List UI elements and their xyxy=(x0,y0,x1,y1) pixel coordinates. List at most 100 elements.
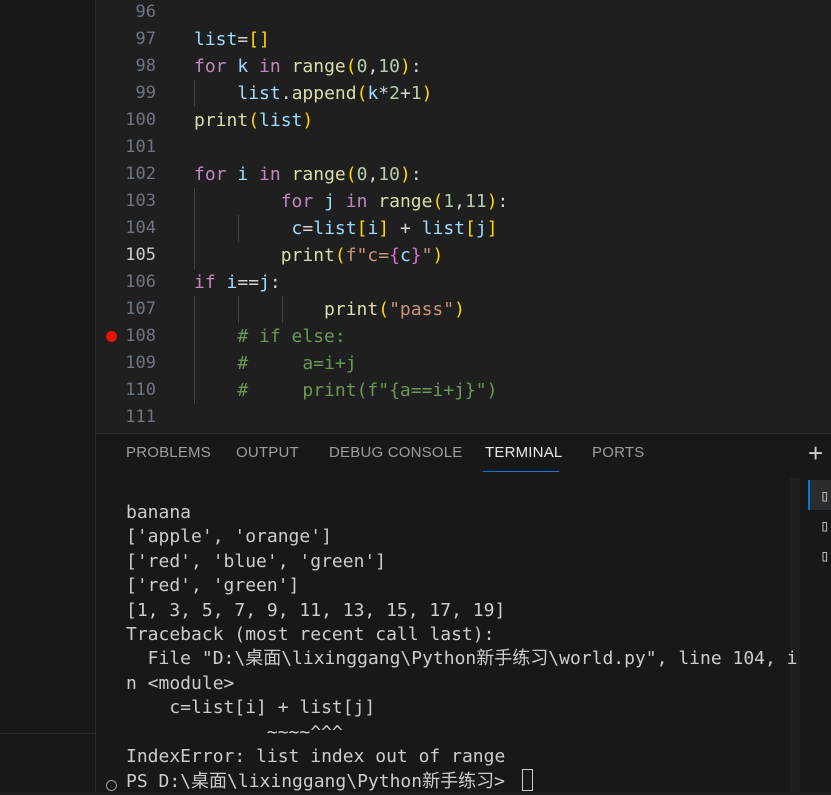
breakpoint-icon[interactable] xyxy=(106,331,117,342)
line-number: 110 xyxy=(125,380,156,400)
code-line[interactable]: 100 print(list) xyxy=(96,107,831,134)
code-token: [ xyxy=(465,218,476,239)
line-number: 103 xyxy=(125,191,156,211)
code-token: { xyxy=(389,245,400,266)
code-editor[interactable]: 96 97 list=[] 98 for k in range(0,10): 99 lis… xyxy=(96,0,831,433)
code-token: ) xyxy=(486,191,498,212)
tab-ports[interactable]: PORTS xyxy=(592,444,644,461)
code-line[interactable]: 104 c=list[i] + list[j] xyxy=(96,215,831,242)
code-token: j xyxy=(324,191,335,212)
code-token: ) xyxy=(399,164,411,185)
terminal-line: ['red', 'blue', 'green'] xyxy=(126,550,387,572)
bottom-panel: PROBLEMS OUTPUT DEBUG CONSOLE TERMINAL P… xyxy=(96,433,831,794)
line-number: 109 xyxy=(125,353,156,373)
code-token: ( xyxy=(356,83,368,104)
code-line[interactable]: 98 for k in range(0,10): xyxy=(96,53,831,80)
code-token: in xyxy=(345,191,368,212)
code-line[interactable]: 97 list=[] xyxy=(96,26,831,53)
code-token: j xyxy=(259,272,270,293)
code-token: print xyxy=(194,110,249,131)
code-line[interactable]: 107 print("pass") xyxy=(96,296,831,323)
code-token: : xyxy=(410,164,422,185)
code-line[interactable]: 102 for i in range(0,10): xyxy=(96,161,831,188)
line-number: 96 xyxy=(135,2,156,22)
code-token: ] xyxy=(378,218,390,239)
tab-output[interactable]: OUTPUT xyxy=(236,444,299,461)
code-token: ( xyxy=(334,245,346,266)
code-token: : xyxy=(269,272,281,293)
code-token: in xyxy=(259,164,281,185)
code-token: + xyxy=(389,218,422,239)
code-token: range xyxy=(291,164,346,185)
code-line[interactable]: 106 if i==j: xyxy=(96,269,831,296)
code-line[interactable]: 101 xyxy=(96,134,831,161)
code-token: 10 xyxy=(378,56,400,77)
prompt-status-circle-icon xyxy=(106,780,117,791)
code-token: : xyxy=(497,191,509,212)
code-token: " xyxy=(421,245,433,266)
line-number: 107 xyxy=(125,299,156,319)
indent-guide xyxy=(282,296,283,323)
tab-terminal[interactable]: TERMINAL xyxy=(485,444,562,461)
code-line[interactable]: 103 for j in range(1,11): xyxy=(96,188,831,215)
code-text: c=list[i] + list[j] xyxy=(194,215,498,242)
terminal-line: c=list[i] + list[j] xyxy=(126,697,376,719)
terminal-line: banana xyxy=(126,502,192,523)
terminal-line: [1, 3, 5, 7, 9, 11, 13, 15, 17, 19] xyxy=(126,599,506,621)
code-token: = xyxy=(237,29,249,50)
code-token: f"c= xyxy=(345,245,390,266)
code-line[interactable]: 99 list.append(k*2+1) xyxy=(96,80,831,107)
code-line[interactable]: 109 # a=i+j xyxy=(96,350,831,377)
code-token: } xyxy=(410,245,422,266)
tab-debug-console[interactable]: DEBUG CONSOLE xyxy=(329,444,462,461)
code-token: ( xyxy=(345,164,357,185)
code-text: print("pass") xyxy=(194,296,465,323)
sidebar-divider xyxy=(0,733,96,734)
code-line[interactable]: 105 print(f"c={c}") xyxy=(96,242,831,269)
code-text: for i in range(0,10): xyxy=(194,161,422,188)
code-text: # print(f"{a==i+j}") xyxy=(194,377,497,404)
code-token: ( xyxy=(248,110,260,131)
terminal-icon[interactable]: ▯ xyxy=(820,486,830,505)
terminal-prompt[interactable]: PS D:\桌面\lixinggang\Python新手练习> xyxy=(126,769,798,793)
line-number: 99 xyxy=(135,83,156,103)
code-line[interactable]: 111 xyxy=(96,404,831,431)
code-line[interactable]: 108 # if else: xyxy=(96,323,831,350)
tab-problems[interactable]: PROBLEMS xyxy=(126,444,211,461)
code-token: , xyxy=(367,164,379,185)
code-line[interactable]: 96 xyxy=(96,0,831,26)
code-token: = xyxy=(302,218,314,239)
code-token: 1 xyxy=(410,83,422,104)
new-terminal-plus-icon[interactable]: + xyxy=(808,438,823,468)
code-token: 0 xyxy=(356,56,368,77)
terminal-icon[interactable]: ▯ xyxy=(820,516,830,535)
code-line[interactable]: 110 # print(f"{a==i+j}") xyxy=(96,377,831,404)
code-token: # a=i+j xyxy=(237,353,357,374)
terminal-icon[interactable]: ▯ xyxy=(820,546,830,565)
indent-guide xyxy=(238,215,239,242)
sidebar xyxy=(0,0,96,792)
code-token: [] xyxy=(248,29,270,50)
indent-guide xyxy=(238,296,239,323)
line-number: 100 xyxy=(125,110,156,130)
line-number: 104 xyxy=(125,218,156,238)
code-token: range xyxy=(291,56,346,77)
terminal-line: ['apple', 'orange'] xyxy=(126,526,332,548)
code-text: list.append(k*2+1) xyxy=(194,80,432,107)
terminal-line: ['red', 'green'] xyxy=(126,575,300,597)
code-token: list xyxy=(237,83,281,104)
terminal-output[interactable]: banana ['apple', 'orange'] ['red', 'blue',… xyxy=(126,501,798,794)
code-token: i xyxy=(226,272,238,293)
code-token: : xyxy=(410,56,422,77)
code-token: range xyxy=(378,191,433,212)
